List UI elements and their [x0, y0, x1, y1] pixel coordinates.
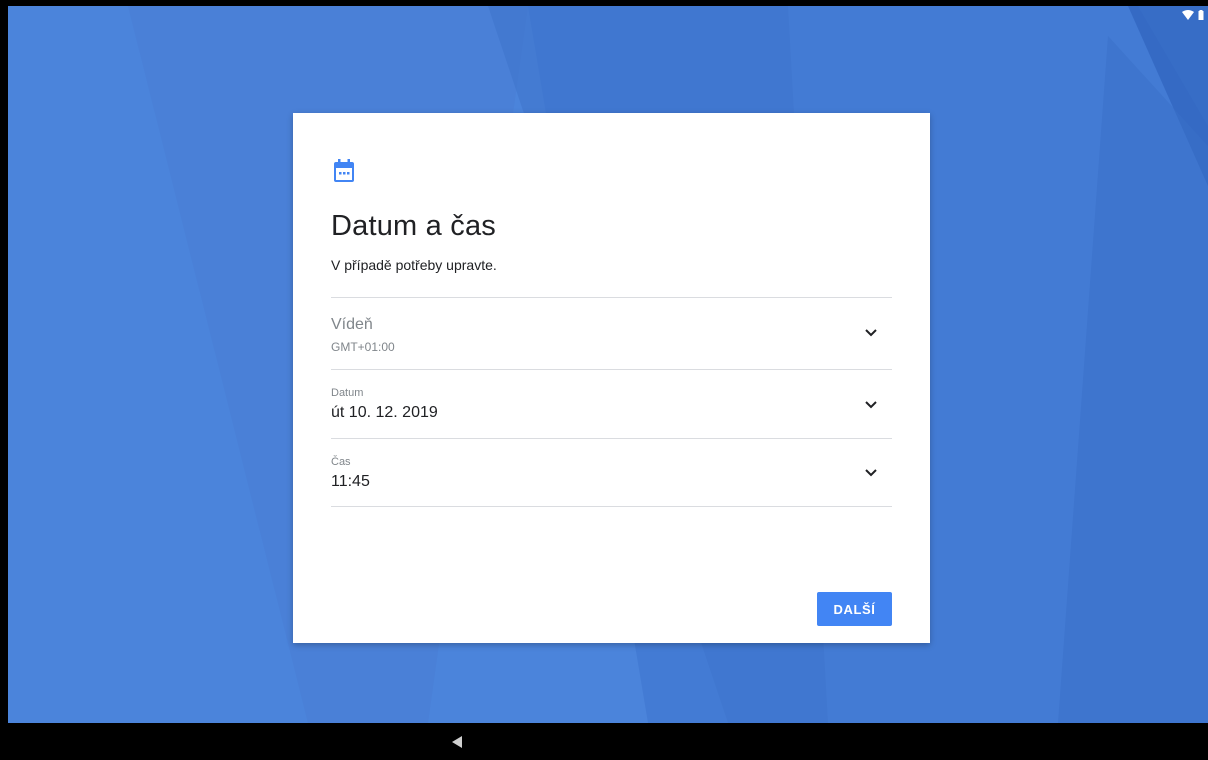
- time-label: Čas: [331, 456, 351, 468]
- calendar-icon: [334, 159, 354, 182]
- desktop-wallpaper: Datum a čas V případě potřeby upravte. V…: [8, 6, 1208, 723]
- next-button[interactable]: DALŠÍ: [817, 592, 892, 626]
- back-icon[interactable]: [450, 735, 464, 749]
- date-label: Datum: [331, 387, 364, 399]
- page-subtitle: V případě potřeby upravte.: [331, 257, 497, 273]
- date-time-card: Datum a čas V případě potřeby upravte. V…: [293, 113, 930, 643]
- timezone-name: Vídeň: [331, 316, 373, 333]
- time-value: 11:45: [331, 473, 370, 490]
- timezone-selector[interactable]: Vídeň GMT+01:00: [331, 298, 892, 368]
- date-selector[interactable]: Datum út 10. 12. 2019: [331, 370, 892, 438]
- navigation-bar: [0, 723, 1208, 760]
- chevron-down-icon: [865, 469, 877, 477]
- wifi-icon: [1182, 10, 1194, 20]
- chevron-down-icon: [865, 401, 877, 409]
- chevron-down-icon: [865, 329, 877, 337]
- time-selector[interactable]: Čas 11:45: [331, 439, 892, 506]
- timezone-offset: GMT+01:00: [331, 340, 395, 354]
- divider: [331, 506, 892, 507]
- page-title: Datum a čas: [331, 210, 496, 242]
- battery-icon: [1198, 10, 1204, 20]
- status-icons: [1182, 10, 1204, 20]
- date-value: út 10. 12. 2019: [331, 404, 438, 421]
